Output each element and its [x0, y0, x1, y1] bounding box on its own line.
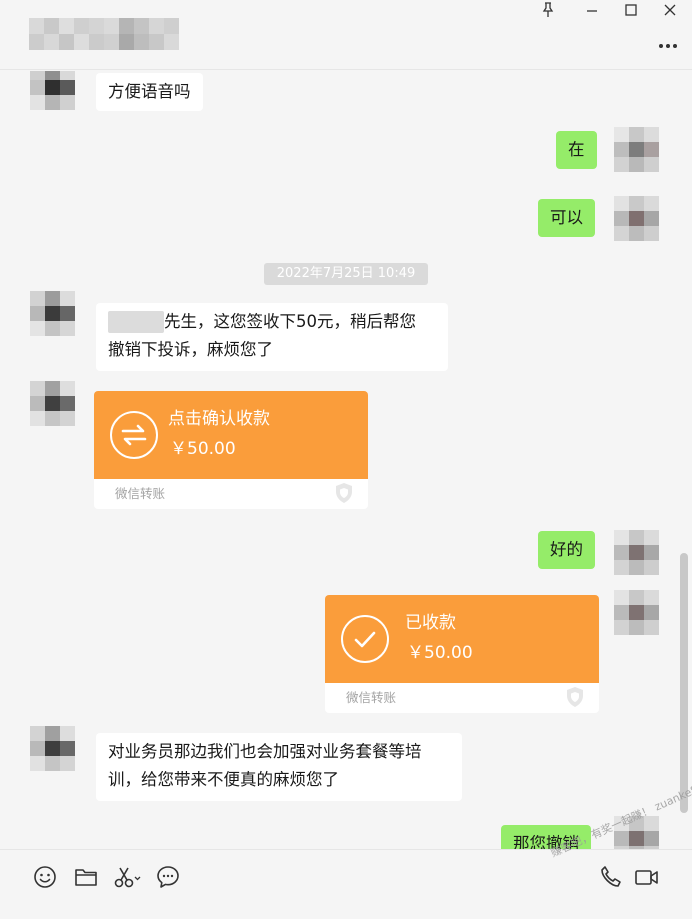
message-outgoing[interactable]: 可以 [538, 199, 595, 237]
transfer-card-pending[interactable]: 点击确认收款 ￥50.00 微信转账 [94, 391, 368, 509]
message-text-line1: 先生，这您签收下50元，稍后帮您 [164, 312, 416, 331]
message-line: 先生，这您签收下50元，稍后帮您 [108, 308, 436, 336]
minimize-icon[interactable] [580, 2, 604, 22]
pin-icon[interactable] [536, 2, 560, 22]
message-outgoing[interactable]: 在 [556, 131, 597, 169]
message-incoming-multiline[interactable]: 先生，这您签收下50元，稍后帮您 撤销下投诉，麻烦您了 [96, 303, 448, 371]
transfer-card-header: 已收款 ￥50.00 [325, 595, 599, 683]
checkmark-icon [341, 615, 389, 663]
input-toolbar [0, 849, 692, 919]
chat-area[interactable]: 方便语音吗 在 可以 2022年7月25日 10:49 先生，这您签收下50元，… [0, 71, 692, 849]
message-text-line1: 对业务员那边我们也会加强对业务套餐等培 [108, 742, 422, 761]
avatar-contact[interactable] [30, 381, 75, 426]
phone-icon[interactable] [598, 864, 624, 890]
maximize-icon[interactable] [619, 2, 643, 22]
video-icon[interactable] [634, 864, 660, 890]
close-icon[interactable] [658, 2, 682, 22]
chat-bubble-icon[interactable] [155, 864, 181, 890]
folder-icon[interactable] [73, 864, 99, 890]
more-dots-icon[interactable] [656, 34, 680, 54]
message-incoming[interactable]: 方便语音吗 [96, 73, 203, 111]
avatar-contact[interactable] [30, 71, 75, 110]
avatar-self[interactable] [614, 530, 659, 575]
scissors-icon[interactable] [113, 864, 143, 890]
contact-name-pixelated [29, 18, 179, 50]
transfer-title: 点击确认收款 [168, 409, 270, 429]
transfer-card-header: 点击确认收款 ￥50.00 [94, 391, 368, 479]
avatar-contact[interactable] [30, 291, 75, 336]
avatar-contact[interactable] [30, 726, 75, 771]
timestamp: 2022年7月25日 10:49 [264, 263, 428, 285]
shield-icon [334, 482, 354, 504]
chat-scrollbar[interactable] [680, 553, 688, 813]
message-outgoing[interactable]: 好的 [538, 531, 595, 569]
avatar-self[interactable] [614, 196, 659, 241]
message-text-line2: 训，给您带来不便真的麻烦您了 [108, 770, 339, 789]
transfer-amount: ￥50.00 [170, 439, 236, 459]
transfer-footer: 微信转账 [346, 690, 397, 705]
message-text-line2: 撤销下投诉，麻烦您了 [108, 340, 273, 359]
emoji-icon[interactable] [32, 864, 58, 890]
avatar-self[interactable] [614, 590, 659, 635]
avatar-self[interactable] [614, 127, 659, 172]
transfer-footer: 微信转账 [115, 486, 166, 501]
transfer-arrows-icon [110, 411, 158, 459]
transfer-amount: ￥50.00 [407, 643, 473, 663]
title-bar [0, 0, 692, 70]
message-incoming-multiline[interactable]: 对业务员那边我们也会加强对业务套餐等培 训，给您带来不便真的麻烦您了 [96, 733, 462, 801]
transfer-title: 已收款 [405, 613, 456, 633]
redacted-name [108, 311, 164, 333]
transfer-card-received[interactable]: 已收款 ￥50.00 微信转账 [325, 595, 599, 713]
shield-icon [565, 686, 585, 708]
